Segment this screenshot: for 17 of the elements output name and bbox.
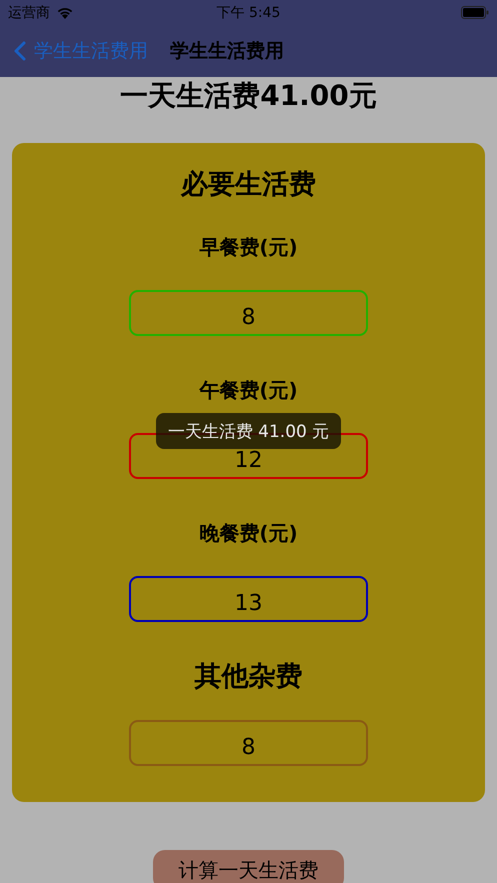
nav-title: 学生生活费用 (170, 39, 284, 64)
input-field[interactable]: 8 (129, 720, 368, 766)
status-time: 下午 5:45 (216, 4, 280, 22)
daily-total: 一天生活费41.00元 (119, 78, 378, 114)
section-heading: 其他杂费 (194, 660, 302, 694)
calculate-button[interactable]: 计算一天生活费 (153, 850, 344, 883)
battery-icon (461, 6, 489, 19)
section-heading: 必要生活费 (181, 168, 316, 202)
wifi-icon (56, 6, 74, 19)
field-label: 晚餐费(元) (199, 520, 298, 547)
toast-message: 一天生活费 41.00 元 (156, 413, 341, 449)
input-field[interactable]: 8 (129, 290, 368, 336)
field-label: 早餐费(元) (199, 234, 298, 261)
chevron-left-icon (14, 41, 26, 61)
carrier-name: 运营商 (8, 4, 50, 22)
input-field[interactable]: 13 (129, 576, 368, 622)
field-label: 午餐费(元) (199, 377, 298, 404)
